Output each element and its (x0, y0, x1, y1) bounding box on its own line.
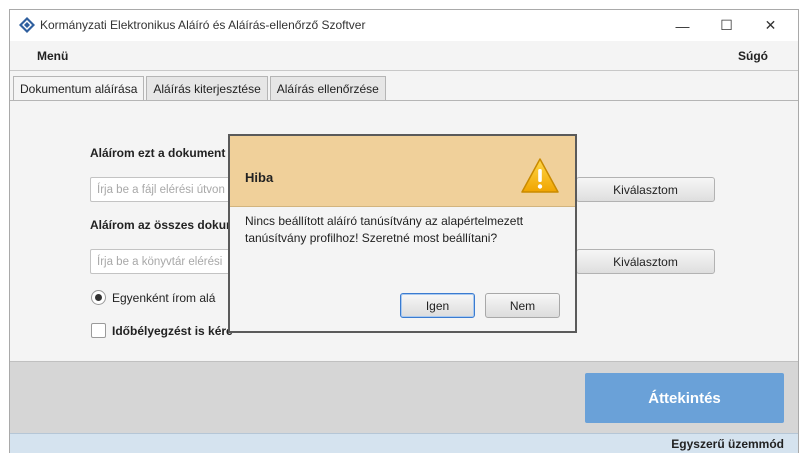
action-bar: Áttekintés (10, 361, 798, 433)
window-title: Kormányzati Elektronikus Aláíró és Aláír… (40, 18, 366, 32)
close-button[interactable]: ✕ (748, 10, 793, 41)
dialog-title: Hiba (245, 170, 274, 185)
dialog-message: Nincs beállított aláíró tanúsítvány az a… (245, 214, 524, 245)
tab-sign-document[interactable]: Dokumentum aláírása (13, 76, 145, 101)
status-bar: Egyszerű üzemmód (10, 433, 798, 453)
all-docs-path-input[interactable]: Írja be a könyvtár elérési (90, 249, 240, 274)
title-bar: Kormányzati Elektronikus Aláíró és Aláír… (10, 10, 798, 41)
tab-strip: Dokumentum aláírása Aláírás kiterjesztés… (13, 76, 388, 101)
sign-individually-radio[interactable] (91, 290, 106, 305)
warning-icon (521, 158, 559, 193)
timestamp-label: Időbélyegzést is kére (112, 324, 233, 338)
mode-indicator[interactable]: Egyszerű üzemmód (671, 437, 784, 451)
error-dialog: Hiba Nincs beállított aláíró tanúsítvány… (228, 134, 577, 333)
single-doc-label: Aláírom ezt a dokument (90, 146, 226, 160)
single-doc-choose-button[interactable]: Kiválasztom (576, 177, 715, 202)
menu-main[interactable]: Menü (37, 49, 68, 63)
minimize-button[interactable]: — (660, 10, 705, 41)
review-button[interactable]: Áttekintés (585, 373, 784, 423)
menu-help[interactable]: Súgó (738, 49, 768, 63)
no-button[interactable]: Nem (485, 293, 560, 318)
sign-individually-label: Egyenként írom alá (112, 291, 216, 305)
timestamp-checkbox[interactable] (91, 323, 106, 338)
all-docs-choose-button[interactable]: Kiválasztom (576, 249, 715, 274)
single-doc-path-input[interactable]: Írja be a fájl elérési útvon (90, 177, 240, 202)
maximize-button[interactable]: ☐ (704, 10, 749, 41)
tab-verify-signature[interactable]: Aláírás ellenőrzése (269, 76, 386, 100)
app-logo-icon (19, 17, 35, 33)
menu-bar: Menü Súgó (10, 41, 798, 71)
all-docs-label: Aláírom az összes dokum (90, 218, 237, 232)
tab-extend-signature[interactable]: Aláírás kiterjesztése (146, 76, 268, 100)
dialog-header: Hiba (230, 136, 575, 207)
yes-button[interactable]: Igen (400, 293, 475, 318)
